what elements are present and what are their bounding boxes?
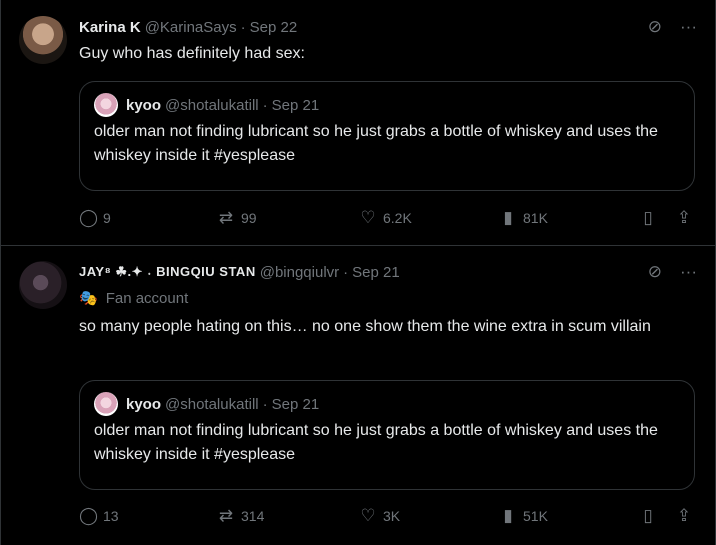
heart-icon: ♡ [360, 506, 376, 525]
repost-button[interactable]: ⇄ 314 [217, 506, 264, 526]
repost-count: 314 [241, 508, 265, 524]
avatar[interactable] [19, 16, 67, 64]
quote-tweet[interactable]: kyoo @shotalukatill · Sep 21 older man n… [79, 81, 695, 191]
reply-button[interactable]: ◯ 13 [79, 506, 119, 526]
view-count: 51K [523, 508, 548, 524]
mask-icon: 🎭 [79, 290, 98, 307]
action-bar: ◯ 13 ⇄ 314 ♡ 3K ▮ 51K ▯ ⇪ [79, 505, 697, 527]
timestamp[interactable]: Sep 21 [352, 264, 400, 281]
reply-count: 9 [103, 210, 111, 226]
like-button[interactable]: ♡ 6.2K [359, 208, 412, 228]
views-button[interactable]: ▮ 81K [499, 208, 548, 228]
bookmark-icon: ▯ [643, 506, 653, 525]
repost-icon: ⇄ [218, 208, 234, 227]
tweet-header: Karina K @KarinaSays · Sep 22 [79, 18, 298, 36]
like-count: 6.2K [383, 210, 412, 226]
fan-account-label: 🎭 Fan account [79, 287, 697, 309]
view-count: 81K [523, 210, 548, 226]
like-button[interactable]: ♡ 3K [359, 506, 400, 526]
timestamp[interactable]: Sep 22 [250, 19, 298, 36]
bookmark-icon: ▯ [643, 208, 653, 227]
share-icon: ⇪ [676, 208, 692, 227]
quote-handle: @shotalukatill [165, 395, 259, 413]
reply-icon: ◯ [79, 208, 99, 227]
analytics-icon: ▮ [503, 506, 513, 525]
like-count: 3K [383, 508, 401, 524]
bookmark-button[interactable]: ▯ [639, 208, 663, 228]
reply-icon: ◯ [79, 506, 99, 525]
tweet-header: JAY⁸ ☘.✦ ˖ BINGQIU STAN @bingqiulvr · Se… [79, 263, 400, 281]
avatar [94, 93, 118, 117]
share-button[interactable]: ⇪ [675, 208, 699, 228]
quote-handle: @shotalukatill [165, 96, 259, 114]
quote-tweet[interactable]: kyoo @shotalukatill · Sep 21 older man n… [79, 380, 695, 490]
reply-button[interactable]: ◯ 9 [79, 208, 111, 228]
more-icon[interactable]: ··· [680, 16, 697, 38]
handle[interactable]: @KarinaSays [145, 19, 237, 36]
share-button[interactable]: ⇪ [675, 506, 699, 526]
tweet[interactable]: JAY⁸ ☘.✦ ˖ BINGQIU STAN @bingqiulvr · Se… [1, 247, 715, 545]
repost-count: 99 [241, 210, 257, 226]
views-button[interactable]: ▮ 51K [499, 506, 548, 526]
tweet[interactable]: Karina K @KarinaSays · Sep 22 ⊘ ··· Guy … [1, 0, 715, 246]
repost-button[interactable]: ⇄ 99 [217, 208, 257, 228]
avatar [94, 392, 118, 416]
grok-icon[interactable]: ⊘ [648, 261, 662, 283]
analytics-icon: ▮ [503, 208, 513, 227]
quote-timestamp: Sep 21 [271, 395, 320, 413]
quote-display-name: kyoo [126, 395, 162, 413]
display-name[interactable]: Karina K [79, 19, 141, 36]
repost-icon: ⇄ [218, 506, 234, 525]
quote-text: older man not finding lubricant so he ju… [94, 123, 658, 164]
timeline-feed: Karina K @KarinaSays · Sep 22 ⊘ ··· Guy … [0, 0, 716, 545]
handle[interactable]: @bingqiulvr [260, 264, 339, 281]
grok-icon[interactable]: ⊘ [648, 16, 662, 38]
avatar[interactable] [19, 261, 67, 309]
heart-icon: ♡ [360, 208, 376, 227]
bookmark-button[interactable]: ▯ [639, 506, 663, 526]
display-name[interactable]: JAY⁸ ☘.✦ ˖ BINGQIU STAN [79, 264, 256, 280]
tweet-text: Guy who has definitely had sex: [79, 45, 305, 62]
quote-text: older man not finding lubricant so he ju… [94, 422, 658, 463]
reply-count: 13 [103, 508, 119, 524]
more-icon[interactable]: ··· [680, 261, 697, 283]
quote-timestamp: Sep 21 [271, 96, 320, 114]
quote-display-name: kyoo [126, 96, 162, 114]
badge-text: Fan account [105, 289, 189, 307]
action-bar: ◯ 9 ⇄ 99 ♡ 6.2K ▮ 81K ▯ ⇪ [79, 207, 697, 229]
share-icon: ⇪ [676, 506, 692, 525]
tweet-text: so many people hating on this… no one sh… [79, 318, 651, 335]
